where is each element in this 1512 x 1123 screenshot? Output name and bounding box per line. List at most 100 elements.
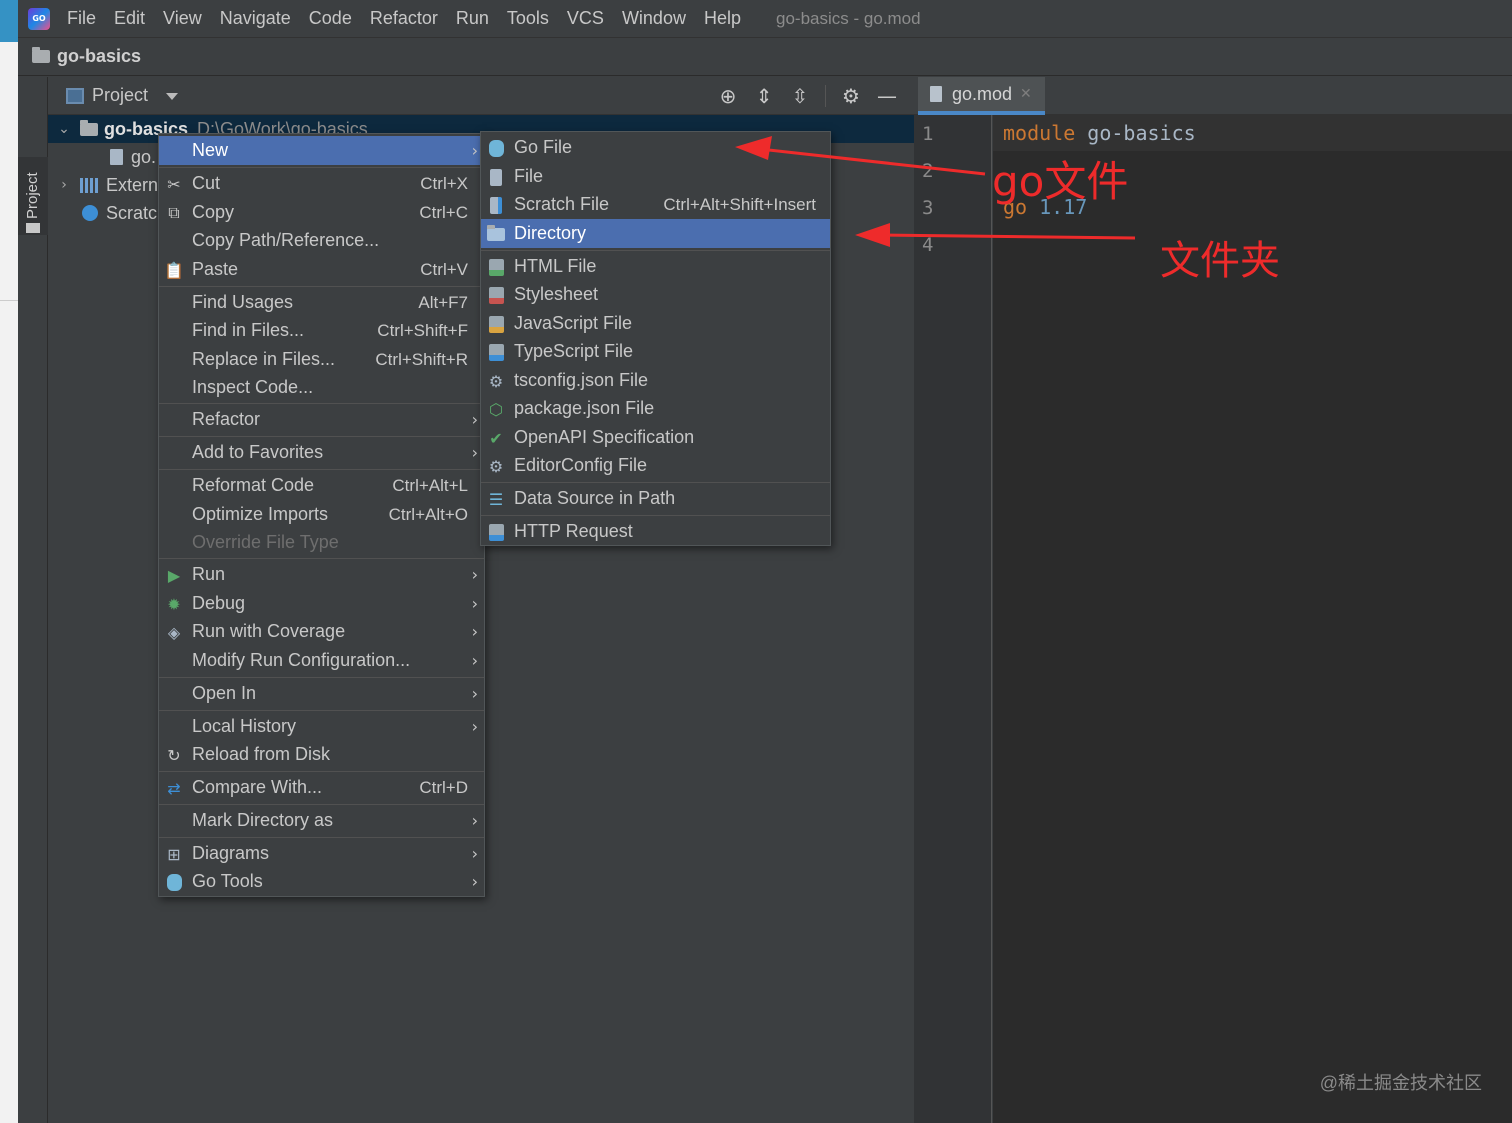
scratches-icon bbox=[82, 205, 98, 221]
chevron-down-icon[interactable] bbox=[166, 93, 179, 100]
submenu-item-package-json-file[interactable]: ⬡ package.json File bbox=[481, 394, 830, 423]
menu-item-label: HTML File bbox=[514, 256, 597, 276]
context-menu: New › ✂ Cut Ctrl+X ⧉ Copy Ctrl+C Copy Pa… bbox=[158, 133, 485, 897]
file-icon bbox=[487, 168, 505, 186]
tab-go-mod[interactable]: go.mod ✕ bbox=[918, 77, 1045, 115]
collapse-all-icon[interactable]: ⇳ bbox=[787, 83, 813, 109]
chevron-right-icon: › bbox=[471, 410, 478, 429]
annotation-folder: 文件夹 bbox=[1160, 238, 1280, 284]
breadcrumb: go-basics bbox=[18, 38, 1512, 76]
menu-item-label: Paste bbox=[192, 259, 239, 279]
submenu-item-html-file[interactable]: HTML File bbox=[481, 252, 830, 281]
menu-help[interactable]: Help bbox=[695, 8, 750, 29]
submenu-item-data-source-in-path[interactable]: ☰ Data Source in Path bbox=[481, 484, 830, 513]
submenu-item-tsconfig-file[interactable]: ⚙ tsconfig.json File bbox=[481, 366, 830, 395]
menu-item-label: Find in Files... bbox=[192, 320, 305, 340]
code-line-1: module go-basics bbox=[1003, 121, 1196, 145]
reload-icon: ↻ bbox=[167, 745, 181, 765]
menu-item-local-history[interactable]: Local History › bbox=[159, 712, 484, 741]
project-view-icon bbox=[66, 87, 84, 104]
shortcut: Ctrl+Alt+Shift+Insert bbox=[663, 194, 816, 214]
menu-item-reformat-code[interactable]: Reformat Code Ctrl+Alt+L bbox=[159, 471, 484, 500]
menu-item-compare-with[interactable]: ⇄ Compare With... Ctrl+D bbox=[159, 773, 484, 802]
menu-item-diagrams[interactable]: ⊞ Diagrams › bbox=[159, 839, 484, 868]
menu-item-label: Add to Favorites bbox=[192, 442, 324, 462]
openapi-icon: ✔ bbox=[489, 428, 503, 448]
menu-item-cut[interactable]: ✂ Cut Ctrl+X bbox=[159, 169, 484, 198]
menu-item-run-with-coverage[interactable]: ◈ Run with Coverage › bbox=[159, 617, 484, 646]
chevron-down-icon[interactable]: ⌄ bbox=[56, 121, 72, 137]
chevron-right-icon: › bbox=[471, 565, 478, 584]
menu-code[interactable]: Code bbox=[300, 8, 361, 29]
menu-item-open-in[interactable]: Open In › bbox=[159, 679, 484, 708]
submenu-item-directory[interactable]: Directory bbox=[481, 219, 830, 248]
css-file-icon bbox=[487, 286, 505, 304]
menu-refactor[interactable]: Refactor bbox=[361, 8, 447, 29]
menu-item-reload-from-disk[interactable]: ↻ Reload from Disk bbox=[159, 740, 484, 769]
submenu-item-scratch-file[interactable]: Scratch File Ctrl+Alt+Shift+Insert bbox=[481, 190, 830, 219]
menu-item-copy[interactable]: ⧉ Copy Ctrl+C bbox=[159, 198, 484, 227]
menu-item-modify-run-config[interactable]: Modify Run Configuration... › bbox=[159, 646, 484, 675]
menu-item-refactor[interactable]: Refactor › bbox=[159, 405, 484, 434]
folder-icon bbox=[32, 47, 50, 63]
menu-file[interactable]: File bbox=[58, 8, 105, 29]
menu-item-override-file-type: Override File Type bbox=[159, 528, 484, 557]
menu-item-label: EditorConfig File bbox=[514, 455, 648, 475]
menu-item-go-tools[interactable]: Go Tools › bbox=[159, 867, 484, 896]
js-file-icon bbox=[487, 315, 505, 333]
submenu-item-go-file[interactable]: Go File bbox=[481, 133, 830, 162]
menu-view[interactable]: View bbox=[154, 8, 211, 29]
menu-item-label: File bbox=[514, 166, 544, 186]
close-icon[interactable]: ✕ bbox=[1020, 86, 1032, 102]
library-icon bbox=[80, 177, 100, 193]
chevron-right-icon[interactable]: › bbox=[56, 177, 72, 193]
menu-item-label: Go Tools bbox=[192, 871, 263, 891]
breadcrumb-project[interactable]: go-basics bbox=[57, 46, 141, 67]
submenu-item-file[interactable]: File bbox=[481, 162, 830, 191]
shortcut: Ctrl+C bbox=[419, 202, 468, 222]
menu-run[interactable]: Run bbox=[447, 8, 498, 29]
submenu-item-javascript-file[interactable]: JavaScript File bbox=[481, 309, 830, 338]
gear-icon[interactable]: ⚙ bbox=[838, 83, 864, 109]
structure-icon[interactable] bbox=[26, 223, 40, 233]
menu-item-copy-path[interactable]: Copy Path/Reference... bbox=[159, 226, 484, 255]
tree-external-label: Extern bbox=[106, 174, 159, 195]
menu-item-find-usages[interactable]: Find Usages Alt+F7 bbox=[159, 288, 484, 317]
submenu-item-editorconfig-file[interactable]: ⚙ EditorConfig File bbox=[481, 451, 830, 480]
menu-item-inspect-code[interactable]: Inspect Code... bbox=[159, 373, 484, 402]
file-icon bbox=[930, 86, 942, 102]
project-view-label[interactable]: Project bbox=[92, 85, 148, 106]
locate-icon[interactable]: ⊕ bbox=[715, 83, 741, 109]
menu-vcs[interactable]: VCS bbox=[558, 8, 613, 29]
shortcut: Ctrl+Shift+R bbox=[375, 349, 468, 369]
menu-item-new[interactable]: New › bbox=[159, 136, 484, 165]
menu-item-label: TypeScript File bbox=[514, 341, 634, 361]
chevron-right-icon: › bbox=[471, 651, 478, 670]
submenu-item-http-request[interactable]: HTTP Request bbox=[481, 517, 830, 546]
submenu-item-openapi-spec[interactable]: ✔ OpenAPI Specification bbox=[481, 423, 830, 452]
menu-item-label: Find Usages bbox=[192, 292, 294, 312]
submenu-item-typescript-file[interactable]: TypeScript File bbox=[481, 337, 830, 366]
menu-window[interactable]: Window bbox=[613, 8, 695, 29]
menu-item-add-to-favorites[interactable]: Add to Favorites › bbox=[159, 438, 484, 467]
menu-item-label: Directory bbox=[514, 223, 587, 243]
submenu-item-stylesheet[interactable]: Stylesheet bbox=[481, 280, 830, 309]
tsconfig-icon: ⚙ bbox=[488, 371, 504, 391]
menu-edit[interactable]: Edit bbox=[105, 8, 154, 29]
menu-item-optimize-imports[interactable]: Optimize Imports Ctrl+Alt+O bbox=[159, 500, 484, 529]
line-number: 3 bbox=[922, 197, 934, 219]
menu-item-find-in-files[interactable]: Find in Files... Ctrl+Shift+F bbox=[159, 316, 484, 345]
menu-item-debug[interactable]: ✹ Debug › bbox=[159, 589, 484, 618]
run-icon: ▶ bbox=[167, 565, 181, 585]
menu-item-replace-in-files[interactable]: Replace in Files... Ctrl+Shift+R bbox=[159, 345, 484, 374]
hide-icon[interactable]: — bbox=[874, 83, 900, 109]
menu-navigate[interactable]: Navigate bbox=[211, 8, 300, 29]
menu-item-label: Compare With... bbox=[192, 777, 323, 797]
menu-item-run[interactable]: ▶ Run › bbox=[159, 560, 484, 589]
expand-all-icon[interactable]: ⇕ bbox=[751, 83, 777, 109]
shortcut: Ctrl+V bbox=[420, 259, 468, 279]
menu-tools[interactable]: Tools bbox=[498, 8, 558, 29]
menu-item-paste[interactable]: 📋 Paste Ctrl+V bbox=[159, 255, 484, 284]
ts-file-icon bbox=[487, 343, 505, 361]
menu-item-mark-directory-as[interactable]: Mark Directory as › bbox=[159, 806, 484, 835]
